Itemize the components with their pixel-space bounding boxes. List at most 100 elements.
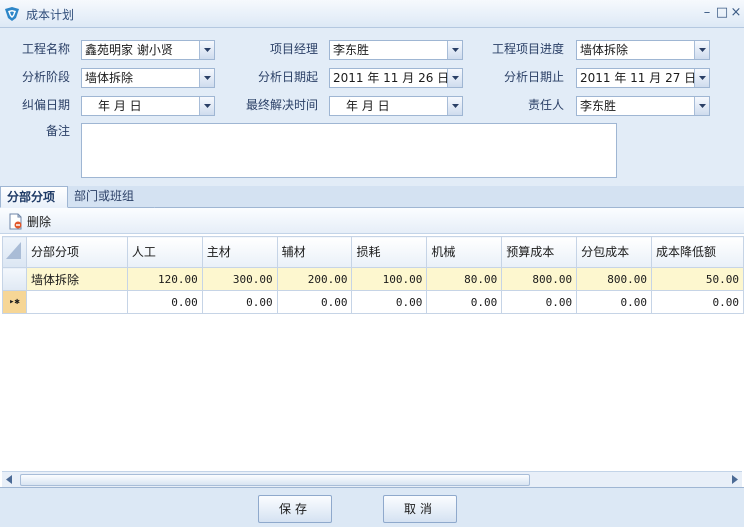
analysis-start-value: 2011 年 11 月 26 日 <box>333 71 450 85</box>
chevron-down-icon <box>699 76 706 80</box>
analysis-stage-combo[interactable]: 墙体拆除 <box>81 68 215 88</box>
project-progress-combo[interactable]: 墙体拆除 <box>576 40 710 60</box>
project-progress-value: 墙体拆除 <box>580 43 629 57</box>
cell-subcontract-cost[interactable]: 800.00 <box>576 267 653 291</box>
chevron-down-icon <box>204 48 211 52</box>
analysis-stage-dropdown-button[interactable] <box>199 69 214 87</box>
responsible-combo[interactable]: 李东胜 <box>576 96 710 116</box>
chevron-down-icon <box>699 48 706 52</box>
cell-main-material[interactable]: 0.00 <box>201 290 278 314</box>
col-header-budget-cost[interactable]: 预算成本 <box>501 236 578 268</box>
project-manager-combo[interactable]: 李东胜 <box>329 40 463 60</box>
scrollbar-thumb[interactable] <box>20 474 530 486</box>
correction-date-dropdown-button[interactable] <box>199 97 214 115</box>
close-button[interactable]: × <box>727 4 744 22</box>
project-name-value: 鑫苑明家 谢小贤 <box>85 43 173 57</box>
project-manager-value: 李东胜 <box>333 43 370 57</box>
final-resolution-dropdown-button[interactable] <box>447 97 462 115</box>
analysis-start-label: 分析日期起 <box>257 70 318 84</box>
correction-date-label: 纠偏日期 <box>21 98 70 112</box>
col-header-labor[interactable]: 人工 <box>126 236 203 268</box>
window-title: 成本计划 <box>26 8 75 22</box>
grid-toolbar: 删除 <box>0 208 744 234</box>
footer-bar: 保存 取消 <box>0 489 744 527</box>
chevron-down-icon <box>452 48 459 52</box>
tab-department-team[interactable]: 部门或班组 <box>68 186 164 208</box>
cell-aux-material[interactable]: 200.00 <box>276 267 353 291</box>
scroll-left-arrow-icon[interactable] <box>6 475 12 484</box>
col-header-main-material[interactable]: 主材 <box>201 236 278 268</box>
cell-sub-item[interactable]: 墙体拆除 <box>25 267 128 291</box>
save-button[interactable]: 保存 <box>258 495 332 523</box>
app-logo-icon <box>5 7 19 21</box>
responsible-label: 责任人 <box>527 98 564 112</box>
table-row-new[interactable]: ▸✱ 0.00 0.00 0.00 0.00 0.00 0.00 0.00 0.… <box>2 290 744 314</box>
analysis-start-dropdown-button[interactable] <box>447 69 462 87</box>
cell-sub-item[interactable] <box>25 290 128 314</box>
chevron-down-icon <box>204 104 211 108</box>
tab-bar: 分部分项 部门或班组 <box>0 186 744 208</box>
corner-triangle-icon <box>6 242 21 259</box>
grid-header-row: 分部分项 人工 主材 辅材 损耗 机械 预算成本 分包成本 成本降低额 <box>2 236 744 268</box>
correction-date-value: 年 月 日 <box>98 99 142 113</box>
delete-button[interactable]: 删除 <box>27 213 51 230</box>
select-all-corner[interactable] <box>2 236 27 268</box>
cell-subcontract-cost[interactable]: 0.00 <box>576 290 653 314</box>
chevron-down-icon <box>204 76 211 80</box>
new-row-indicator[interactable]: ▸✱ <box>2 290 27 314</box>
scroll-right-arrow-icon[interactable] <box>732 475 738 484</box>
project-progress-dropdown-button[interactable] <box>694 41 709 59</box>
project-name-dropdown-button[interactable] <box>199 41 214 59</box>
correction-date-picker[interactable]: 年 月 日 <box>81 96 215 116</box>
cell-loss[interactable]: 100.00 <box>351 267 428 291</box>
title-bar: 成本计划 – □ × <box>0 0 744 28</box>
col-header-cost-reduction[interactable]: 成本降低额 <box>651 236 744 268</box>
analysis-end-label: 分析日期止 <box>503 70 564 84</box>
table-row[interactable]: 墙体拆除 120.00 300.00 200.00 100.00 80.00 8… <box>2 267 744 291</box>
cell-loss[interactable]: 0.00 <box>351 290 428 314</box>
remarks-label: 备注 <box>45 124 70 138</box>
col-header-loss[interactable]: 损耗 <box>351 236 428 268</box>
project-name-combo[interactable]: 鑫苑明家 谢小贤 <box>81 40 215 60</box>
final-resolution-value: 年 月 日 <box>346 99 390 113</box>
project-manager-dropdown-button[interactable] <box>447 41 462 59</box>
cell-main-material[interactable]: 300.00 <box>201 267 278 291</box>
cell-aux-material[interactable]: 0.00 <box>276 290 353 314</box>
analysis-end-dropdown-button[interactable] <box>694 69 709 87</box>
plan-form: 工程名称 鑫苑明家 谢小贤 项目经理 李东胜 工程项目进度 墙体拆除 分析阶段 … <box>0 28 744 188</box>
chevron-down-icon <box>452 76 459 80</box>
col-header-sub-item[interactable]: 分部分项 <box>25 236 128 268</box>
analysis-end-date-picker[interactable]: 2011 年 11 月 27 日 <box>576 68 710 88</box>
cell-labor[interactable]: 0.00 <box>126 290 203 314</box>
cell-machinery[interactable]: 0.00 <box>426 290 503 314</box>
final-resolution-date-picker[interactable]: 年 月 日 <box>329 96 463 116</box>
cell-budget-cost[interactable]: 800.00 <box>501 267 578 291</box>
horizontal-scrollbar[interactable] <box>2 471 742 487</box>
project-progress-label: 工程项目进度 <box>491 42 564 56</box>
tab-sub-items[interactable]: 分部分项 <box>0 186 68 208</box>
chevron-down-icon <box>452 104 459 108</box>
grid-panel: 删除 分部分项 人工 主材 辅材 损耗 机械 预算成本 分包成本 成本降低额 墙… <box>0 208 744 488</box>
analysis-stage-label: 分析阶段 <box>21 70 70 84</box>
cell-machinery[interactable]: 80.00 <box>426 267 503 291</box>
delete-icon[interactable] <box>9 213 23 230</box>
final-resolution-label: 最终解决时间 <box>245 98 318 112</box>
remarks-textarea[interactable] <box>81 123 617 178</box>
responsible-dropdown-button[interactable] <box>694 97 709 115</box>
analysis-start-date-picker[interactable]: 2011 年 11 月 26 日 <box>329 68 463 88</box>
project-name-label: 工程名称 <box>21 42 70 56</box>
col-header-aux-material[interactable]: 辅材 <box>276 236 353 268</box>
chevron-down-icon <box>699 104 706 108</box>
cell-cost-reduction[interactable]: 0.00 <box>651 290 744 314</box>
cell-labor[interactable]: 120.00 <box>126 267 203 291</box>
cell-cost-reduction[interactable]: 50.00 <box>651 267 744 291</box>
cell-budget-cost[interactable]: 0.00 <box>501 290 578 314</box>
responsible-value: 李东胜 <box>580 99 617 113</box>
project-manager-label: 项目经理 <box>269 42 318 56</box>
row-selector[interactable] <box>2 267 27 291</box>
analysis-stage-value: 墙体拆除 <box>85 71 134 85</box>
col-header-machinery[interactable]: 机械 <box>426 236 503 268</box>
analysis-end-value: 2011 年 11 月 27 日 <box>580 71 697 85</box>
col-header-subcontract-cost[interactable]: 分包成本 <box>576 236 653 268</box>
cancel-button[interactable]: 取消 <box>383 495 457 523</box>
